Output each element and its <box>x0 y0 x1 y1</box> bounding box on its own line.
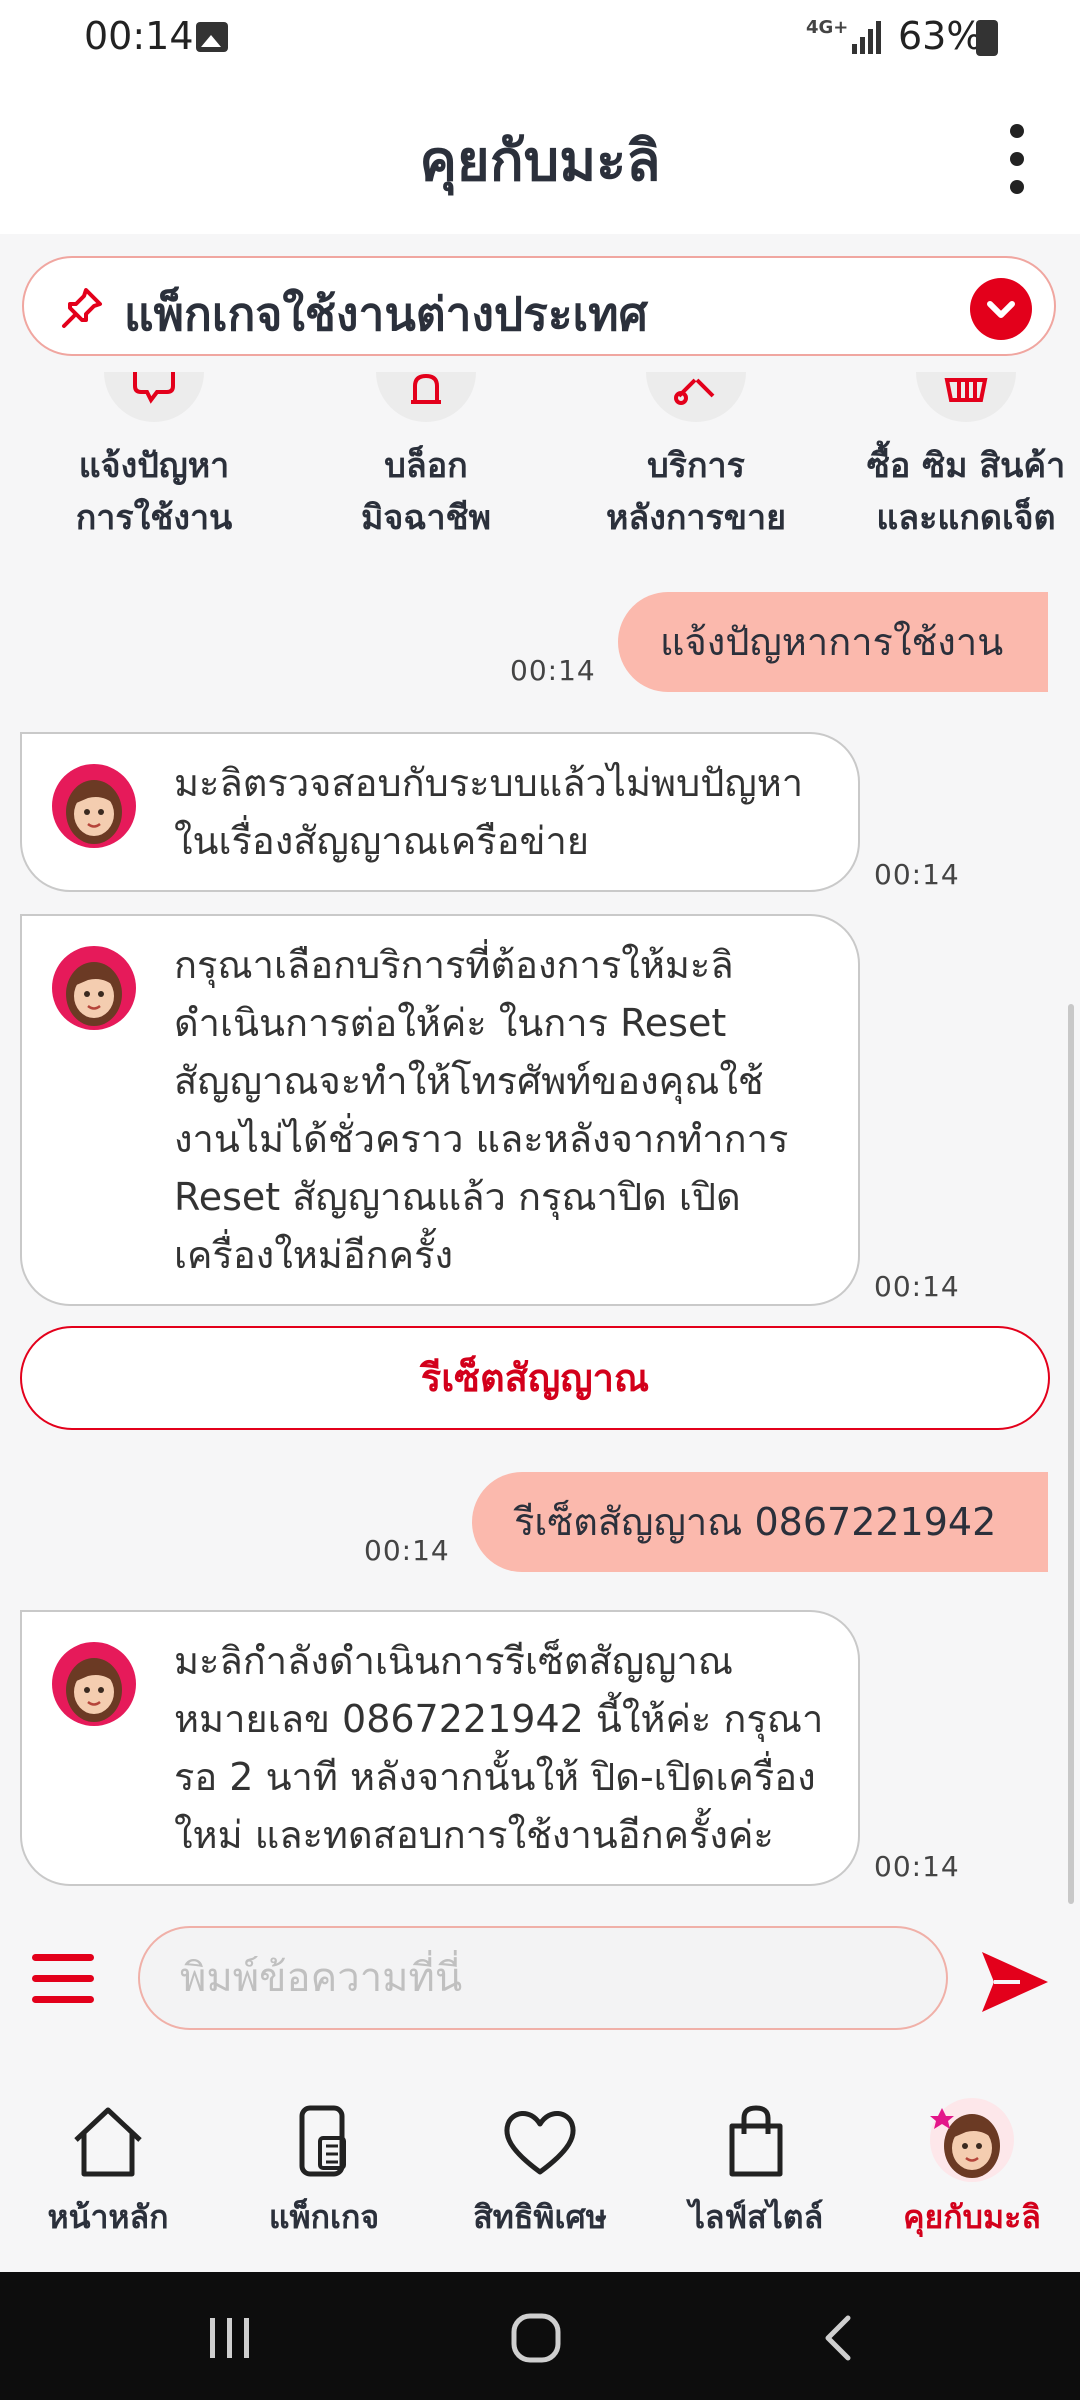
nav-lifestyle[interactable]: ไลฟ์สไตล์ <box>648 2066 864 2266</box>
menu-label-line1: บล็อก <box>384 446 468 486</box>
mali-avatar-icon <box>52 1642 136 1726</box>
status-time: 00:14 <box>84 14 194 58</box>
package-icon <box>299 2105 346 2177</box>
mali-avatar-icon <box>930 2098 1014 2182</box>
menu-buy-sim[interactable]: ซื้อ ซิม สินค้าและแกดเจ็ต <box>856 372 1076 552</box>
gallery-notification-icon <box>196 22 228 52</box>
nav-label: ไลฟ์สไตล์ <box>688 2198 824 2236</box>
bot-message-line: มะลิตรวจสอบกับระบบแล้วไม่พบปัญหา <box>174 761 804 805</box>
pin-icon <box>62 288 102 328</box>
menu-label-line2: มิจฉาชีพ <box>360 498 492 538</box>
page-title: คุยกับมะลิ <box>419 129 661 194</box>
tools-icon <box>646 372 746 422</box>
menu-report-problem[interactable]: แจ้งปัญหาการใช้งาน <box>44 372 264 552</box>
menu-label-line2: หลังการขาย <box>605 498 787 538</box>
nav-chat-mali[interactable]: คุยกับมะลิ <box>864 2066 1080 2266</box>
user-message-bubble: รีเซ็ตสัญญาณ 0867221942 <box>472 1472 1048 1572</box>
menu-label-line1: แจ้งปัญหา <box>78 446 230 486</box>
message-time: 00:14 <box>874 1270 960 1303</box>
message-time: 00:14 <box>364 1534 450 1567</box>
status-bar: 00:14 4G+ 63% <box>0 0 1080 80</box>
pinned-topic-banner[interactable]: แพ็กเกจใช้งานต่างประเทศ <box>22 256 1056 356</box>
battery-icon <box>976 20 998 56</box>
message-input[interactable] <box>138 1926 948 2030</box>
recent-apps-icon[interactable] <box>206 2316 254 2360</box>
home-icon <box>74 2107 142 2177</box>
message-time: 00:14 <box>874 1850 960 1883</box>
mali-avatar-icon <box>52 946 136 1030</box>
more-options-icon[interactable] <box>996 124 1036 194</box>
bot-message-line: เครื่องใหม่อีกครั้ง <box>174 1233 454 1277</box>
message-time: 00:14 <box>874 858 960 891</box>
bot-message-bubble: มะลิตรวจสอบกับระบบแล้วไม่พบปัญหา ในเรื่อ… <box>20 732 860 892</box>
bot-message-bubble: มะลิกำลังดำเนินการรีเซ็ตสัญญาณ หมายเลข 0… <box>20 1610 860 1886</box>
nav-privileges[interactable]: สิทธิพิเศษ <box>432 2066 648 2266</box>
shopping-bag-icon <box>729 2105 783 2177</box>
bot-message-line: ดำเนินการต่อให้ค่ะ ในการ Reset <box>174 1001 727 1045</box>
bot-message-line: Reset สัญญาณแล้ว กรุณาปิด เปิด <box>174 1175 741 1219</box>
mali-avatar-icon <box>52 764 136 848</box>
bot-message-bubble: กรุณาเลือกบริการที่ต้องการให้มะลิ ดำเนิน… <box>20 914 860 1306</box>
user-message-text: แจ้งปัญหาการใช้งาน <box>660 620 1004 664</box>
back-icon[interactable] <box>820 2314 856 2362</box>
nav-label: หน้าหลัก <box>47 2198 169 2236</box>
hamburger-menu-icon[interactable] <box>32 1954 94 2004</box>
heart-icon <box>504 2111 576 2175</box>
bot-message-line: หมายเลข 0867221942 นี้ให้ค่ะ กรุณา <box>174 1697 824 1741</box>
menu-block-scam[interactable]: บล็อกมิจฉาชีพ <box>316 372 536 552</box>
nav-label: คุยกับมะลิ <box>903 2198 1041 2236</box>
chat-scrollbar[interactable] <box>1068 1004 1074 1904</box>
bot-message-line: ในเรื่องสัญญาณเครือข่าย <box>174 819 590 863</box>
chevron-down-icon[interactable] <box>970 278 1032 340</box>
basket-icon <box>916 372 1016 422</box>
battery-percent: 63% <box>898 14 983 58</box>
send-icon[interactable] <box>980 1950 1050 2014</box>
menu-label-line1: ซื้อ ซิม สินค้า <box>866 446 1066 486</box>
nav-home[interactable]: หน้าหลัก <box>0 2066 216 2266</box>
bot-message-line: กรุณาเลือกบริการที่ต้องการให้มะลิ <box>174 943 734 987</box>
reset-signal-button[interactable]: รีเซ็ตสัญญาณ <box>20 1326 1050 1430</box>
nav-label: สิทธิพิเศษ <box>473 2198 607 2236</box>
app-header: คุยกับมะลิ <box>0 80 1080 234</box>
nav-package[interactable]: แพ็กเกจ <box>216 2066 432 2266</box>
menu-label-line1: บริการ <box>647 446 745 486</box>
user-message-text: รีเซ็ตสัญญาณ 0867221942 <box>514 1500 997 1544</box>
signal-icon <box>852 21 881 54</box>
bot-message-line: งานไม่ได้ชั่วคราว และหลังจากทำการ <box>174 1117 789 1161</box>
bottom-navigation: หน้าหลัก แพ็กเกจ สิทธิพิเศษ ไลฟ์สไตล์ คุ… <box>0 2056 1080 2272</box>
home-button-icon[interactable] <box>510 2312 562 2364</box>
nav-label: แพ็กเกจ <box>268 2198 380 2236</box>
bot-message-line: มะลิกำลังดำเนินการรีเซ็ตสัญญาณ <box>174 1639 734 1683</box>
chat-alert-icon <box>104 372 204 422</box>
pinned-topic-label: แพ็กเกจใช้งานต่างประเทศ <box>124 287 648 341</box>
menu-label-line2: และแกดเจ็ต <box>876 498 1056 538</box>
bot-message-line: ใหม่ และทดสอบการใช้งานอีกครั้งค่ะ <box>174 1813 774 1857</box>
menu-after-sales[interactable]: บริการหลังการขาย <box>586 372 806 552</box>
message-input-row <box>0 1904 1080 2054</box>
bot-message-line: สัญญาณจะทำให้โทรศัพท์ของคุณใช้ <box>174 1059 764 1103</box>
bot-message-line: รอ 2 นาที หลังจากนั้นให้ ปิด-เปิดเครื่อง <box>174 1755 816 1799</box>
network-type: 4G+ <box>806 17 849 38</box>
message-time: 00:14 <box>510 654 596 687</box>
system-navigation-bar <box>0 2272 1080 2400</box>
alarm-icon <box>376 372 476 422</box>
user-message-bubble: แจ้งปัญหาการใช้งาน <box>618 592 1048 692</box>
menu-label-line2: การใช้งาน <box>75 498 233 538</box>
